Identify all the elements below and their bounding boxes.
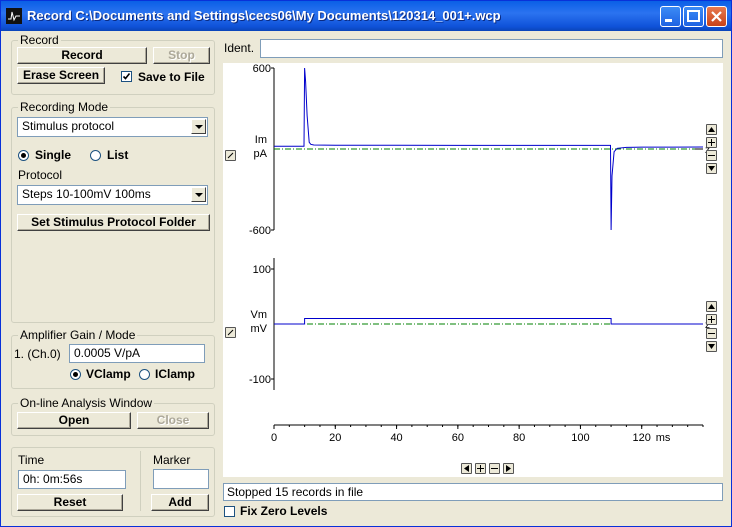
vm-trace-line: [274, 318, 703, 325]
title-bar[interactable]: Record C:\Documents and Settings\cecs06\…: [1, 1, 731, 31]
minus-icon: [708, 155, 715, 156]
protocol-value: Steps 10-100mV 100ms: [22, 187, 151, 201]
im-channel-label: Im: [255, 134, 267, 146]
time-axis-tick-label: 20: [329, 432, 341, 444]
zero-icon: [227, 329, 234, 336]
vclamp-label: VClamp: [86, 367, 131, 381]
set-stimulus-protocol-folder-button[interactable]: Set Stimulus Protocol Folder: [17, 214, 210, 231]
close-analysis-button[interactable]: Close: [137, 412, 209, 429]
triangle-up-icon: [708, 304, 715, 309]
fix-zero-levels-checkbox[interactable]: [224, 506, 235, 517]
recording-mode-value: Stimulus protocol: [22, 119, 115, 133]
time-zoom-out-button[interactable]: [489, 463, 500, 474]
channel-2-scroll-up-button[interactable]: [706, 301, 717, 312]
save-to-file-checkbox[interactable]: [121, 71, 132, 82]
plot-area: 600-600ImpAz100-100VmmVz020406080100120m…: [223, 63, 723, 477]
channel-2-zoom-out-button[interactable]: [706, 328, 717, 339]
fix-zero-levels-label: Fix Zero Levels: [240, 504, 328, 518]
save-to-file-label: Save to File: [138, 70, 205, 84]
maximize-icon: [687, 10, 700, 22]
stop-button[interactable]: Stop: [153, 47, 210, 64]
time-scroll-left-button[interactable]: [461, 463, 472, 474]
marker-field[interactable]: [153, 469, 209, 489]
channel-1-zero-button[interactable]: [225, 150, 236, 161]
record-window: Record C:\Documents and Settings\cecs06\…: [0, 0, 732, 527]
channel-2-zero-button[interactable]: [225, 327, 236, 338]
vm-y-tick-label: -100: [249, 374, 271, 386]
status-bar: Stopped 15 records in file: [223, 483, 723, 501]
plus-icon: [708, 139, 715, 146]
im-unit-label: pA: [254, 148, 268, 160]
list-label: List: [107, 148, 129, 162]
time-axis-tick-label: 60: [452, 432, 464, 444]
time-axis-tick-label: 40: [390, 432, 402, 444]
time-axis-tick-label: 100: [571, 432, 589, 444]
protocol-select[interactable]: Steps 10-100mV 100ms: [17, 185, 208, 205]
close-button[interactable]: [706, 6, 727, 27]
plus-icon: [708, 316, 715, 323]
iclamp-label: IClamp: [155, 367, 196, 381]
window-title: Record C:\Documents and Settings\cecs06\…: [27, 8, 501, 23]
checkmark-icon: [122, 73, 131, 80]
amplifier-gain-field[interactable]: 0.0005 V/pA: [69, 344, 205, 363]
analysis-legend: On-line Analysis Window: [18, 396, 155, 410]
channel-1-scroll-down-button[interactable]: [706, 163, 717, 174]
vclamp-radio[interactable]: [70, 369, 81, 380]
protocol-label: Protocol: [18, 168, 63, 182]
channel-label: 1. (Ch.0): [14, 347, 61, 361]
im-y-tick-label: -600: [249, 225, 271, 237]
chevron-down-icon[interactable]: [191, 119, 206, 134]
list-radio[interactable]: [90, 150, 101, 161]
ident-field[interactable]: [260, 39, 723, 58]
recording-mode-legend: Recording Mode: [18, 100, 111, 114]
time-field: 0h: 0m:56s: [18, 470, 126, 489]
add-marker-button[interactable]: Add: [151, 494, 209, 511]
time-axis-tick-label: 120: [633, 432, 651, 444]
chevron-down-icon[interactable]: [191, 187, 206, 202]
single-radio[interactable]: [18, 150, 29, 161]
channel-2-scroll-down-button[interactable]: [706, 341, 717, 352]
triangle-up-icon: [708, 127, 715, 132]
time-axis-tick-label: 0: [271, 432, 277, 444]
recording-mode-select[interactable]: Stimulus protocol: [17, 117, 208, 137]
minimize-button[interactable]: [660, 6, 681, 27]
plus-icon: [477, 465, 484, 472]
channel-1-scroll-up-button[interactable]: [706, 124, 717, 135]
im-y-tick-label: 600: [253, 63, 271, 75]
vm-y-tick-label: 100: [253, 264, 271, 276]
vm-channel-label: Vm: [251, 309, 268, 321]
triangle-down-icon: [708, 344, 715, 349]
marker-label: Marker: [153, 453, 191, 467]
minus-icon: [491, 468, 498, 469]
triangle-left-icon: [464, 465, 469, 472]
minus-icon: [708, 333, 715, 334]
amplifier-legend: Amplifier Gain / Mode: [18, 328, 138, 342]
triangle-down-icon: [708, 166, 715, 171]
channel-1-zoom-in-button[interactable]: [706, 137, 717, 148]
close-icon: [711, 11, 722, 22]
erase-screen-button[interactable]: Erase Screen: [17, 67, 105, 84]
single-label: Single: [35, 148, 72, 162]
maximize-button[interactable]: [683, 6, 704, 27]
iclamp-radio[interactable]: [139, 369, 150, 380]
zero-icon: [227, 152, 234, 159]
vm-unit-label: mV: [251, 323, 268, 335]
time-axis-tick-label: 80: [513, 432, 525, 444]
traces-chart: 600-600ImpAz100-100VmmVz020406080100120m…: [249, 63, 710, 444]
divider: [140, 451, 141, 511]
triangle-right-icon: [506, 465, 511, 472]
channel-1-zoom-out-button[interactable]: [706, 150, 717, 161]
time-axis-unit-label: ms: [656, 432, 671, 444]
time-label: Time: [18, 453, 45, 467]
reset-button[interactable]: Reset: [17, 494, 123, 511]
app-icon: [6, 8, 22, 24]
record-button[interactable]: Record: [17, 47, 147, 64]
ident-label: Ident.: [224, 41, 255, 55]
open-analysis-button[interactable]: Open: [17, 412, 131, 429]
minimize-icon: [665, 19, 672, 22]
time-scroll-right-button[interactable]: [503, 463, 514, 474]
record-legend: Record: [18, 33, 61, 47]
time-zoom-in-button[interactable]: [475, 463, 486, 474]
channel-2-zoom-in-button[interactable]: [706, 314, 717, 325]
